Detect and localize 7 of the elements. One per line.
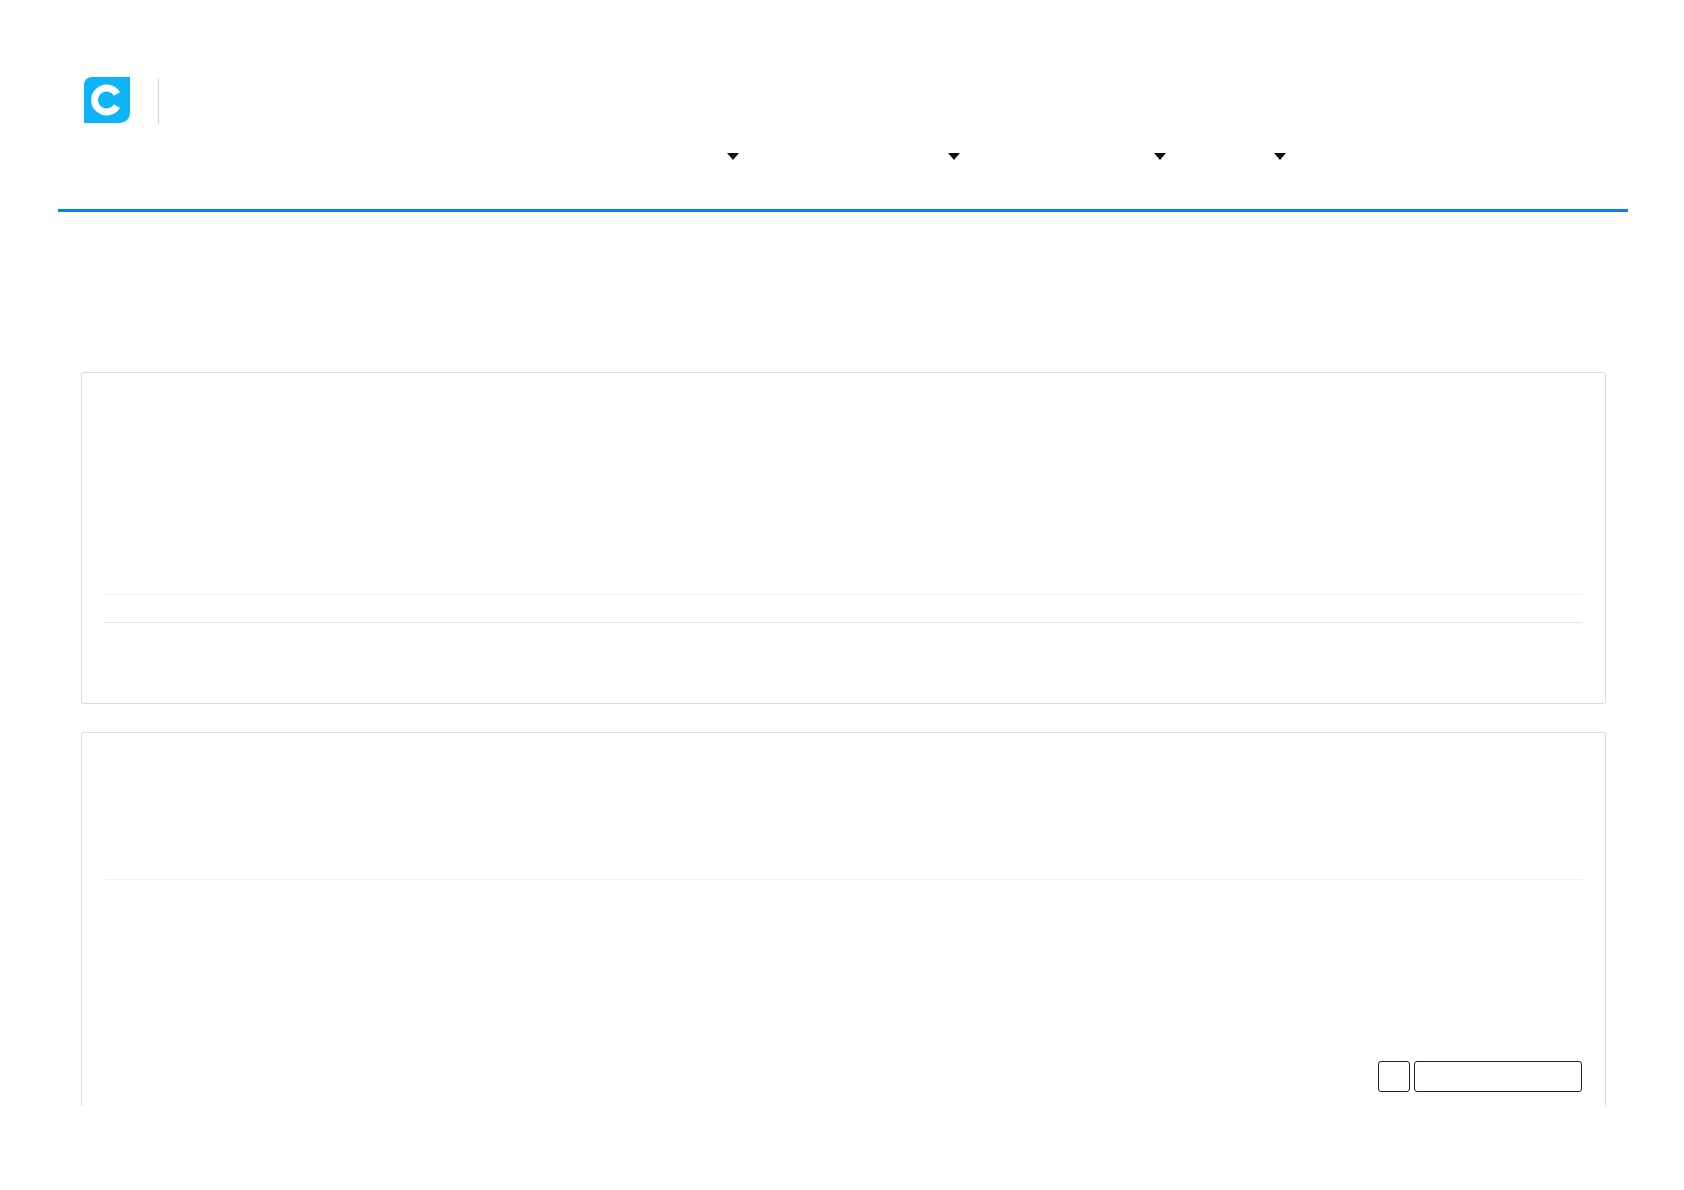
caret-icon[interactable] [1154, 153, 1166, 160]
button[interactable] [1414, 1061, 1582, 1092]
button[interactable] [1378, 1061, 1410, 1092]
caret-icon[interactable] [1274, 153, 1286, 160]
caret-icon[interactable] [727, 153, 739, 160]
logo-icon [84, 77, 130, 123]
caret-icon[interactable] [948, 153, 960, 160]
